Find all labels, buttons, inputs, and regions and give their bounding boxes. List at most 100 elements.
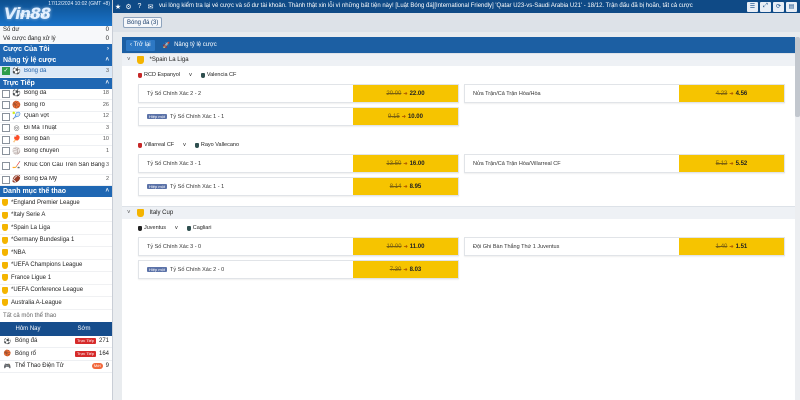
league-item[interactable]: *Spain La Liga [0,222,112,235]
bet-label: Tỷ Số Chính Xác 3 - 1 [147,160,202,167]
star-icon[interactable]: ★ [113,0,123,13]
chevron-down-icon[interactable]: ˅ [127,57,131,63]
scrollbar-thumb[interactable] [795,37,800,117]
league-item[interactable]: *NBA [0,247,112,260]
checkbox[interactable] [2,124,10,133]
settings-icon[interactable]: ⚙ [123,0,134,13]
bet-option[interactable]: Nửa Trận/Cả Trận Hòa/Hòa 4.23 ➜ 4.56 [464,84,785,103]
home-shirt-icon [138,225,142,231]
league-item[interactable]: *UEFA Conference League [0,285,112,297]
league-item[interactable]: *UEFA Champions League [0,260,112,272]
content-scrollbar[interactable] [795,37,800,400]
checkbox-checked-icon[interactable]: ✓ [2,67,10,76]
checkbox[interactable] [2,147,10,156]
league-item[interactable]: *England Premier League [0,197,112,210]
odds-button[interactable]: 5.12 ➜ 5.52 [679,155,784,172]
checkbox[interactable] [2,175,10,184]
live-sport-item[interactable]: 🎾 Quần vợt 12 [0,112,112,123]
announcement-icon[interactable]: ✉ [145,0,156,13]
bet-option[interactable]: Tỷ Số Chính Xác 3 - 0 10.00 ➜ 11.00 [138,237,459,256]
league-name: *UEFA Champions League [11,262,83,268]
live-sport-item[interactable]: 🏐 Bóng chuyền 1 [0,146,112,158]
home-shirt-icon [138,142,142,148]
odds-button[interactable]: 1.40 ➜ 1.51 [679,238,784,255]
checkbox[interactable] [2,135,10,144]
odds-button[interactable]: 4.23 ➜ 4.56 [679,85,784,102]
sport-categories-header[interactable]: Danh mục thể thao ˄ [0,186,112,197]
league-header[interactable]: ˅ Italy Cup [122,206,800,219]
league-item[interactable]: *Italy Serie A [0,210,112,222]
live-sport-item[interactable]: 🏀 Bóng rổ 26 [0,100,112,112]
live-sport-item[interactable]: 🏈 Bóng Đá Mỹ 2 [0,175,112,186]
boosted-odds-header[interactable]: Nâng tỷ lệ cược ˄ [0,55,112,66]
main-content: ‹ Trở lại 🚀 Nâng tỷ lệ cược ˅ *Spain La L… [122,37,800,400]
bet-description: Nửa Trận/Cả Trận Hòa/Villarreal CF [465,155,679,172]
chevron-up-icon: ˄ [105,79,109,86]
checkbox[interactable] [2,101,10,110]
league-shield-icon [2,236,8,244]
live-sport-item[interactable]: ◎ Đi Ma Thuật 3 [0,123,112,135]
league-name: Australia A-League [11,299,62,306]
live-sport-count: 18 [102,90,109,96]
odds-button[interactable]: 7.30 ➜ 8.03 [353,261,458,278]
bet-option[interactable]: Hiệp một Tỷ Số Chính Xác 1 - 1 9.15 ➜ 10.00 [138,107,459,126]
boosted-odds-title: Nâng tỷ lệ cược [3,57,57,64]
away-shirt-icon [194,142,199,148]
checkbox[interactable] [2,161,10,170]
new-odds: 16.00 [409,160,425,167]
old-odds: 7.30 [389,266,402,273]
sport-categories-title: Danh mục thể thao [3,188,67,195]
back-button[interactable]: ‹ Trở lại [126,39,155,51]
bet-option[interactable]: Nửa Trận/Cả Trận Hòa/Villarreal CF 5.12 ➜ 5… [464,154,785,173]
fullscreen-icon[interactable]: ⤢ [760,1,771,12]
boosted-item-soccer[interactable]: ✓ ⚽ Bóng đá 3 [0,66,112,78]
odds-button[interactable]: 10.00 ➜ 11.00 [353,238,458,255]
tennis-icon: 🎾 [12,113,21,120]
arrow-right-icon: ➜ [403,183,408,190]
chevron-down-icon[interactable]: ˅ [127,210,131,216]
live-count-item[interactable]: ⚽ Bóng đá Trực Tiếp 271 [0,336,112,348]
live-sport-item[interactable]: 🏒 Khúc Côn Cầu Trên Sân Băng 3 [0,158,112,175]
help-icon[interactable]: ? [134,0,145,13]
pending-bets-label: Vé cược đang xử lý [3,36,56,42]
all-sports-link[interactable]: Tất cả môn thể thao [0,310,112,322]
league-list: *England Premier League *Italy Serie A *Sp… [0,197,112,310]
live-count-item[interactable]: 🎮 Thể Thao Điện Tử Mới 9 [0,361,112,373]
live-sport-list: ⚽ Bóng đá 18 🏀 Bóng rổ 26 🎾 Quần vợt 12 ◎ Đi Ma Th… [0,89,112,186]
checkbox[interactable] [2,112,10,121]
odds-button[interactable]: 20.00 ➜ 22.00 [353,85,458,102]
live-sport-count: 3 [105,124,109,131]
bet-option[interactable]: Hiệp một Tỷ Số Chính Xác 2 - 0 7.30 ➜ 8.03 [138,260,459,279]
soccer-ball-icon: ⚽ [12,90,21,97]
new-odds: 4.56 [735,90,748,97]
tab-today[interactable]: Hôm Nay [0,322,56,336]
live-sport-item[interactable]: 🏓 Bóng bàn 10 [0,135,112,146]
old-odds: 10.00 [386,243,402,250]
bet-option[interactable]: Tỷ Số Chính Xác 2 - 2 20.00 ➜ 22.00 [138,84,459,103]
checkbox[interactable] [2,89,10,98]
league-item[interactable]: Australia A-League [0,297,112,310]
bet-option[interactable]: Đội Ghi Bàn Thắng Thứ 1 Juventus 1.40 ➜ 1.5… [464,237,785,256]
bet-option[interactable]: Hiệp một Tỷ Số Chính Xác 1 - 1 8.14 ➜ 8.95 [138,177,459,196]
league-item[interactable]: France Ligue 1 [0,272,112,285]
chart-icon[interactable]: ▤ [786,1,797,12]
announcement-marquee: vui lòng kiểm tra lại vé cược và số dư t… [159,3,693,9]
bet-option[interactable]: Tỷ Số Chính Xác 3 - 1 13.50 ➜ 16.00 [138,154,459,173]
league-header[interactable]: ˅ *Spain La Liga [122,53,800,66]
list-view-icon[interactable]: ☰ [747,1,758,12]
my-bets-header[interactable]: Cược Của Tôi › [0,44,112,55]
refresh-icon[interactable]: ⟳ [773,1,784,12]
league-item[interactable]: *Germany Bundesliga 1 [0,235,112,247]
tab-early[interactable]: Sớm [56,322,112,336]
sport-filter-chip[interactable]: Bóng đá (3) [123,17,163,28]
odds-button[interactable]: 13.50 ➜ 16.00 [353,155,458,172]
live-count-item[interactable]: 🏀 Bóng rổ Trực Tiếp 164 [0,348,112,361]
bet-row: Hiệp một Tỷ Số Chính Xác 1 - 1 8.14 ➜ 8.95 [122,177,800,196]
odds-button[interactable]: 8.14 ➜ 8.95 [353,178,458,195]
live-header[interactable]: Trực Tiếp ˄ [0,77,112,89]
odds-button[interactable]: 9.15 ➜ 10.00 [353,108,458,125]
live-sport-item[interactable]: ⚽ Bóng đá 18 [0,89,112,100]
league-shield-icon [2,224,8,232]
live-sport-label: Khúc Côn Cầu Trên Sân Băng [24,162,105,168]
breadcrumb: ‹ Trở lại 🚀 Nâng tỷ lệ cược [122,37,800,53]
